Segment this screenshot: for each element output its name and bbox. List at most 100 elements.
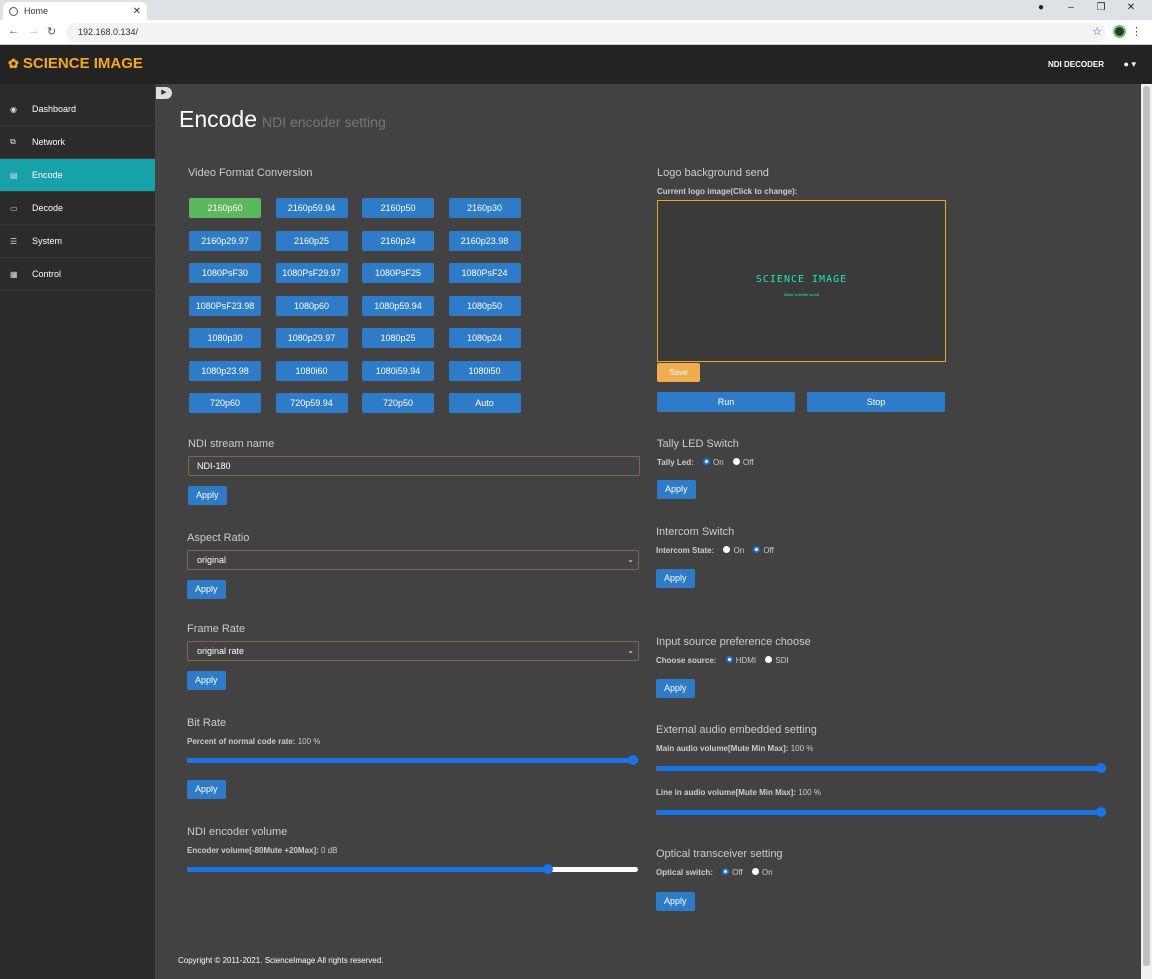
format-button[interactable]: 2160p23.98 — [448, 230, 521, 251]
slider-thumb[interactable] — [542, 864, 553, 874]
format-button[interactable]: 2160p60 — [189, 198, 261, 218]
logo-label: Current logo image(Click to change): — [657, 187, 798, 196]
profile-dropdown-icon[interactable]: ● — [1034, 2, 1048, 13]
format-button[interactable]: 1080i60 — [275, 360, 348, 381]
sidebar-item-network[interactable]: ⧉ Network — [0, 126, 155, 159]
frame-rate-apply-button[interactable]: Apply — [187, 671, 226, 690]
back-icon[interactable]: ← — [8, 25, 19, 37]
logo-title: Logo background send — [657, 167, 769, 179]
bookmark-star-icon[interactable]: ☆ — [1092, 25, 1102, 38]
aspect-ratio-apply-button[interactable]: Apply — [187, 580, 226, 599]
ndi-stream-name-input[interactable]: NDI-180 — [188, 456, 640, 476]
format-button[interactable]: 1080PsF25 — [362, 263, 434, 283]
line-audio-label: Line in audio volume[Mute Min Max]: 100 … — [656, 788, 821, 797]
intercom-on-radio[interactable] — [723, 546, 731, 554]
format-button[interactable]: 1080PsF23.98 — [189, 295, 261, 316]
format-button[interactable]: 2160p50 — [362, 198, 434, 218]
tally-on-radio[interactable] — [702, 458, 710, 466]
forward-icon[interactable]: → — [28, 25, 39, 37]
logo-run-button[interactable]: Run — [657, 392, 795, 412]
server-icon: ☰ — [10, 236, 18, 246]
reload-icon[interactable]: ↻ — [47, 25, 56, 38]
format-button[interactable]: 2160p24 — [362, 230, 434, 251]
format-button[interactable]: 1080p30 — [189, 328, 261, 348]
slider-thumb[interactable] — [1096, 763, 1106, 773]
minimize-icon[interactable]: – — [1064, 2, 1078, 13]
intercom-apply-button[interactable]: Apply — [656, 569, 695, 588]
format-button[interactable]: 1080p29.97 — [275, 328, 348, 348]
format-button[interactable]: 2160p30 — [448, 198, 521, 218]
optical-on-radio[interactable] — [751, 868, 759, 876]
format-button[interactable]: 1080PsF30 — [189, 263, 261, 283]
format-button[interactable]: 2160p59.94 — [275, 198, 348, 218]
tally-apply-button[interactable]: Apply — [657, 480, 696, 499]
format-button[interactable]: 1080PsF29.97 — [275, 263, 348, 283]
page-subtitle: NDI encoder setting — [262, 114, 386, 130]
frame-rate-select[interactable]: original rate ⌄ — [187, 641, 639, 661]
logo-stop-button[interactable]: Stop — [807, 392, 945, 412]
close-tab-icon[interactable]: ✕ — [133, 6, 141, 17]
brand-logo[interactable]: ✿ SCIENCE IMAGE — [8, 55, 143, 72]
format-button[interactable]: 720p60 — [189, 393, 261, 413]
format-button[interactable]: 2160p25 — [275, 230, 348, 251]
url-field[interactable]: 192.168.0.134/ — [66, 23, 1106, 42]
maximize-icon[interactable]: ❐ — [1094, 2, 1108, 13]
optical-title: Optical transceiver setting — [656, 848, 783, 860]
logo-save-button[interactable]: Save — [657, 363, 700, 382]
format-button[interactable]: 1080p60 — [275, 295, 348, 316]
sidebar-item-system[interactable]: ☰ System — [0, 225, 155, 258]
optical-off-radio[interactable] — [722, 868, 730, 876]
format-button[interactable]: 720p59.94 — [275, 393, 348, 413]
close-window-icon[interactable]: ✕ — [1124, 2, 1138, 13]
browser-menu-icon[interactable]: ⋮ — [1131, 25, 1142, 38]
format-button[interactable]: 1080p24 — [448, 328, 521, 348]
format-button[interactable]: 2160p29.97 — [189, 230, 261, 251]
format-button[interactable]: 1080PsF24 — [448, 263, 521, 283]
ext-audio-title: External audio embedded setting — [656, 724, 817, 736]
format-button[interactable]: 1080p23.98 — [189, 360, 261, 381]
sdi-radio[interactable] — [765, 656, 773, 664]
browser-tab[interactable]: Home ✕ — [3, 2, 147, 20]
format-button[interactable]: 1080p59.94 — [362, 295, 434, 316]
format-button[interactable]: 720p50 — [362, 393, 434, 413]
sidebar-item-dashboard[interactable]: ◉ Dashboard — [0, 93, 155, 126]
intercom-off-radio[interactable] — [753, 546, 761, 554]
slider-thumb[interactable] — [1096, 807, 1106, 817]
format-button[interactable]: 1080i50 — [448, 360, 521, 381]
bit-rate-slider[interactable] — [187, 755, 638, 765]
bit-rate-apply-button[interactable]: Apply — [187, 780, 226, 799]
ndi-stream-apply-button[interactable]: Apply — [188, 486, 227, 505]
page-scrollbar[interactable] — [1141, 84, 1152, 979]
aspect-ratio-select[interactable]: original ⌄ — [187, 550, 639, 570]
format-button[interactable]: 1080p50 — [448, 295, 521, 316]
hdmi-radio[interactable] — [725, 656, 733, 664]
sidebar-item-label: Control — [32, 269, 62, 279]
input-source-apply-button[interactable]: Apply — [656, 679, 695, 698]
tally-off-radio[interactable] — [732, 458, 740, 466]
frame-rate-title: Frame Rate — [187, 623, 246, 635]
main-audio-slider[interactable] — [656, 763, 1106, 773]
sidebar-item-encode[interactable]: ▤ Encode — [0, 159, 155, 192]
format-button[interactable]: 1080p25 — [362, 328, 434, 348]
video-format-grid: 2160p60 2160p59.94 2160p50 2160p30 2160p29.9… — [189, 198, 521, 413]
line-audio-slider[interactable] — [656, 807, 1106, 817]
frame-rate-value: original rate — [197, 646, 245, 656]
sidebar-item-label: Encode — [32, 170, 63, 180]
format-button[interactable]: 1080i59.94 — [362, 360, 434, 381]
main-content: Encode NDI encoder setting Video Format … — [155, 84, 1141, 979]
logo-image[interactable]: SCIENCE IMAGE Make a better world — [657, 200, 946, 362]
ndi-stream-title: NDI stream name — [188, 438, 275, 450]
sidebar-item-decode[interactable]: ▭ Decode — [0, 192, 155, 225]
user-menu-icon[interactable]: ● ▾ — [1124, 59, 1136, 70]
format-button[interactable]: Auto — [448, 393, 521, 413]
ndi-volume-slider[interactable] — [187, 864, 638, 874]
optical-apply-button[interactable]: Apply — [656, 892, 695, 911]
footer-copyright: Copyright © 2011-2021. ScienceImage All … — [178, 956, 384, 965]
extension-icon[interactable] — [1113, 25, 1126, 38]
app-header: ✿ SCIENCE IMAGE NDI DECODER ● ▾ — [0, 45, 1152, 84]
slider-thumb[interactable] — [628, 755, 638, 765]
sidebar-item-control[interactable]: ▦ Control — [0, 258, 155, 291]
scrollbar-thumb[interactable] — [1143, 86, 1150, 966]
sidebar: ◉ Dashboard ⧉ Network ▤ Encode ▭ Decode … — [0, 84, 155, 979]
logo-image-subtext: Make a better world — [783, 292, 820, 297]
